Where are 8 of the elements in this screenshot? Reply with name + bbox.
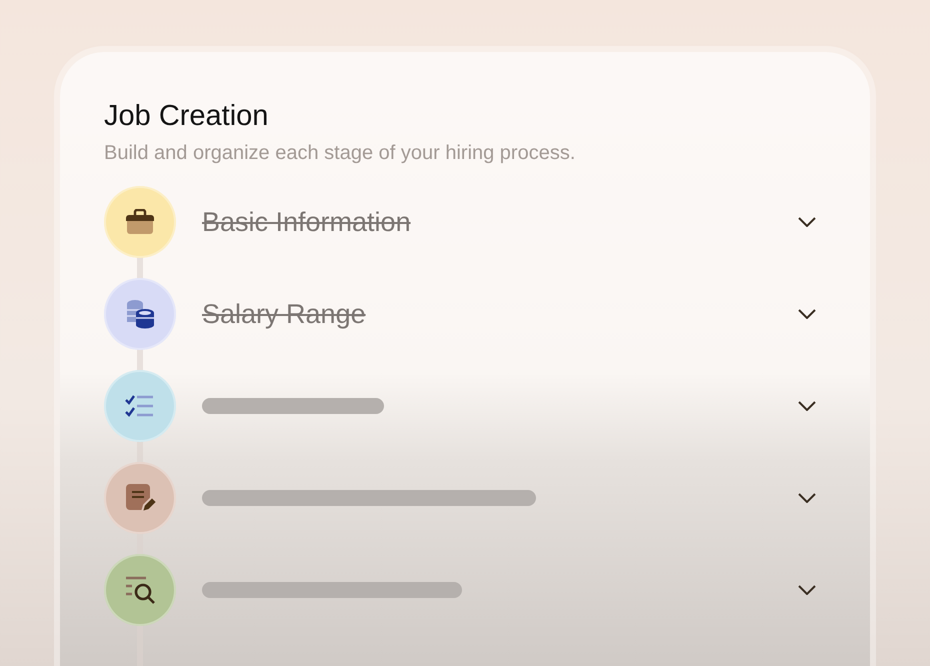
step-title: Basic Information	[202, 206, 411, 238]
briefcase-icon	[125, 209, 155, 235]
coins-icon	[124, 298, 156, 330]
list-search-icon	[124, 575, 156, 605]
card-subtitle: Build and organize each stage of your hiring process.	[104, 141, 576, 166]
step-title: Salary Range	[202, 298, 366, 330]
checklist-icon	[125, 393, 155, 419]
card-title: Job Creation	[104, 99, 270, 134]
